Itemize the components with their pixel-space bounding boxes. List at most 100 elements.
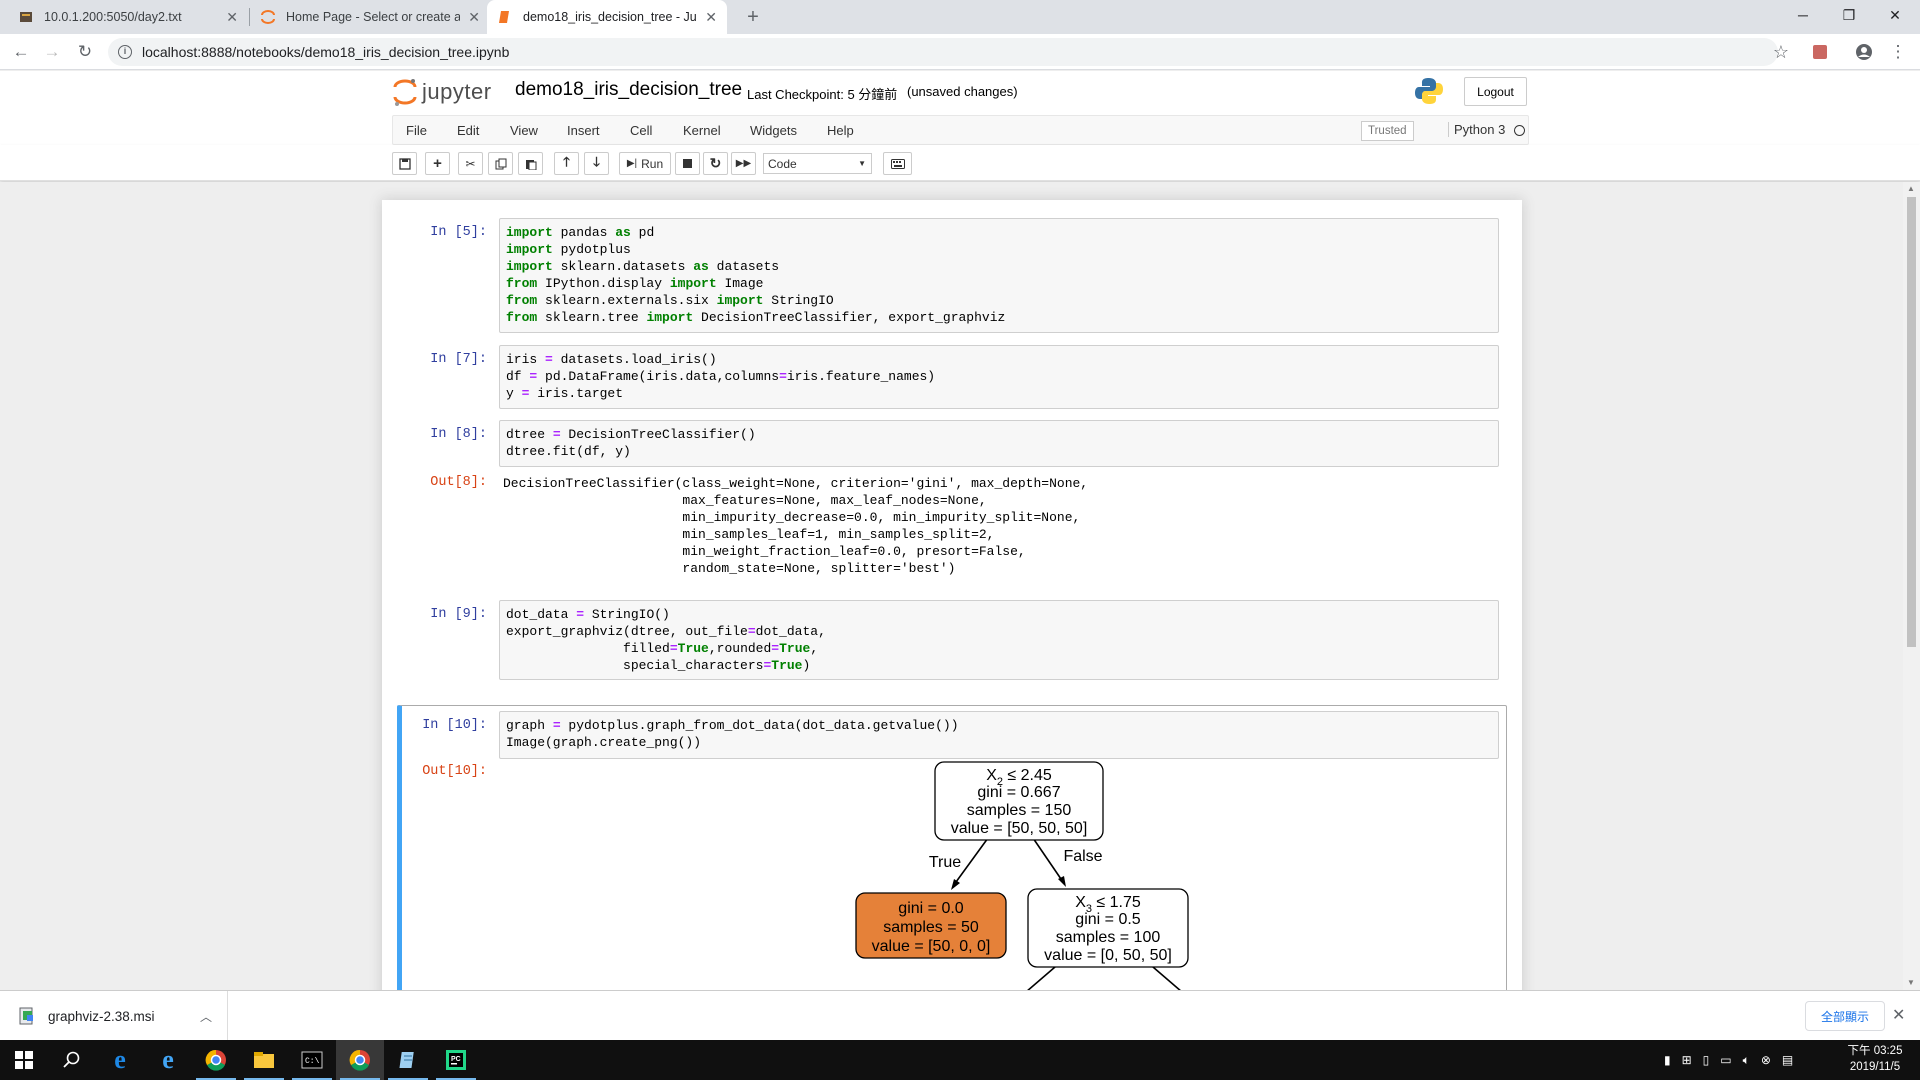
node-samples: samples = 50	[883, 919, 979, 936]
menu-insert[interactable]: Insert	[567, 123, 600, 138]
menu-cell[interactable]: Cell	[630, 123, 652, 138]
download-item[interactable]: graphviz-2.38.msi ︿	[18, 991, 228, 1041]
reload-icon[interactable]: ↻	[73, 40, 97, 64]
notebook-title[interactable]: demo18_iris_decision_tree	[515, 79, 742, 101]
tab-title: demo18_iris_decision_tree - Ju	[523, 10, 697, 24]
close-icon[interactable]: ✕	[1892, 1005, 1905, 1025]
minimize-icon[interactable]: ─	[1780, 0, 1826, 30]
run-button[interactable]: ▶| Run	[619, 152, 671, 175]
jupyter-icon	[260, 9, 276, 25]
browser-tab-home[interactable]: Home Page - Select or create a ✕	[250, 0, 490, 34]
profile-icon[interactable]	[1852, 40, 1876, 64]
restart-button[interactable]: ↻	[703, 152, 728, 175]
menu-file[interactable]: File	[406, 123, 427, 138]
svg-text:PC: PC	[451, 1056, 461, 1063]
code-cell[interactable]: In [9]: dot_data = StringIO() export_gra…	[397, 600, 1507, 680]
show-all-downloads-button[interactable]: 全部顯示	[1805, 1001, 1885, 1031]
menu-help[interactable]: Help	[827, 123, 854, 138]
browser-tab-day2[interactable]: 10.0.1.200:5050/day2.txt ✕	[8, 0, 248, 34]
menu-kebab-icon[interactable]: ⋮	[1886, 40, 1910, 64]
back-icon[interactable]: ←	[9, 40, 33, 64]
download-bar: graphviz-2.38.msi ︿ 全部顯示 ✕	[0, 990, 1920, 1041]
page-scrollbar[interactable]: ▲ ▼	[1903, 182, 1920, 990]
kernel-name[interactable]: Python 3	[1448, 122, 1505, 137]
menu-edit[interactable]: Edit	[457, 123, 479, 138]
code-cell[interactable]: In [10]: graph = pydotplus.graph_from_do…	[397, 705, 1507, 990]
chevron-up-icon[interactable]: ︿	[200, 1008, 212, 1025]
menu-view[interactable]: View	[510, 123, 538, 138]
scrollbar-thumb[interactable]	[1907, 197, 1916, 647]
kernel-idle-icon	[1514, 125, 1525, 136]
new-tab-button[interactable]: +	[738, 0, 768, 34]
logout-button[interactable]: Logout	[1464, 77, 1527, 106]
code-cell[interactable]: In [5]: import pandas as pd import pydot…	[397, 218, 1507, 333]
move-up-button[interactable]: 🡑	[554, 152, 579, 175]
paste-icon	[525, 159, 536, 170]
extension-icon[interactable]	[1808, 40, 1832, 64]
input-method-icon[interactable]: ▤	[1782, 1053, 1793, 1067]
cell-type-select[interactable]: Code ▼	[763, 153, 872, 174]
menu-kernel[interactable]: Kernel	[683, 123, 721, 138]
file-explorer-icon[interactable]	[240, 1040, 288, 1080]
info-icon[interactable]: i	[118, 45, 132, 59]
forward-icon[interactable]: →	[40, 40, 64, 64]
bookmark-star-icon[interactable]: ☆	[1769, 40, 1793, 64]
jupyter-logo[interactable]: jupyter	[392, 77, 492, 107]
insert-cell-button[interactable]: +	[425, 152, 450, 175]
save-button[interactable]	[392, 152, 417, 175]
menu-widgets[interactable]: Widgets	[750, 123, 797, 138]
taskbar-clock[interactable]: 下午 03:25 2019/11/5	[1840, 1043, 1910, 1075]
network-share-icon[interactable]: ⊞	[1682, 1053, 1692, 1067]
code-editor[interactable]: dtree = DecisionTreeClassifier() dtree.f…	[499, 420, 1499, 467]
arrow-down-icon: 🡓	[593, 153, 600, 169]
code-editor[interactable]: import pandas as pd import pydotplus imp…	[499, 218, 1499, 333]
notes-icon[interactable]: ▮	[1664, 1053, 1671, 1067]
cut-button[interactable]: ✂	[458, 152, 483, 175]
windows-taskbar: e e C:\ PC ▮ ⊞ ▯ ▭ 🔈︎ ⊗ ▤ 下午 03:25 2019/…	[0, 1040, 1920, 1080]
scroll-down-icon[interactable]: ▼	[1907, 978, 1915, 987]
input-prompt: In [7]:	[430, 352, 487, 367]
close-icon[interactable]: ✕	[226, 9, 238, 26]
notepad-icon[interactable]	[384, 1040, 432, 1080]
code-editor[interactable]: graph = pydotplus.graph_from_dot_data(do…	[499, 711, 1499, 759]
battery-icon[interactable]: ▯	[1703, 1053, 1710, 1067]
checkpoint-status: Last Checkpoint: 5 分鐘前	[747, 87, 898, 102]
terminal-icon[interactable]: C:\	[288, 1040, 336, 1080]
close-window-icon[interactable]: ✕	[1872, 0, 1918, 30]
address-bar[interactable]: i localhost:8888/notebooks/demo18_iris_d…	[108, 38, 1778, 66]
status-x-icon[interactable]: ⊗	[1761, 1053, 1771, 1067]
trusted-badge[interactable]: Trusted	[1361, 121, 1414, 141]
internet-explorer-icon[interactable]: e	[144, 1040, 192, 1080]
restart-run-all-button[interactable]: ▶▶	[731, 152, 756, 175]
chrome-icon[interactable]	[192, 1040, 240, 1080]
code-editor[interactable]: dot_data = StringIO() export_graphviz(dt…	[499, 600, 1499, 680]
chrome-active-icon[interactable]	[336, 1040, 384, 1080]
code-cell[interactable]: In [7]: iris = datasets.load_iris() df =…	[397, 345, 1507, 409]
search-icon[interactable]	[48, 1040, 96, 1080]
close-icon[interactable]: ✕	[705, 9, 717, 26]
download-filename: graphviz-2.38.msi	[48, 1008, 155, 1024]
paste-button[interactable]	[518, 152, 543, 175]
windows-start-icon[interactable]	[0, 1040, 48, 1080]
network-icon[interactable]: ▭	[1720, 1053, 1731, 1067]
code-editor[interactable]: iris = datasets.load_iris() df = pd.Data…	[499, 345, 1499, 409]
save-icon	[398, 157, 411, 170]
volume-icon[interactable]: 🔈︎	[1743, 1053, 1750, 1068]
fast-forward-icon: ▶▶	[735, 158, 752, 169]
code-cell[interactable]: In [8]: dtree = DecisionTreeClassifier()…	[397, 420, 1507, 576]
copy-button[interactable]	[488, 152, 513, 175]
node-gini: gini = 0.0	[898, 900, 963, 917]
scroll-up-icon[interactable]: ▲	[1907, 184, 1915, 193]
svg-text:C:\: C:\	[305, 1057, 320, 1066]
caret-down-icon: ▼	[858, 159, 866, 168]
pycharm-icon[interactable]: PC	[432, 1040, 480, 1080]
url-text: localhost:8888/notebooks/demo18_iris_dec…	[142, 44, 510, 60]
move-down-button[interactable]: 🡓	[584, 152, 609, 175]
maximize-icon[interactable]: ❐	[1826, 0, 1872, 30]
edge-browser-icon[interactable]: e	[96, 1040, 144, 1080]
interrupt-button[interactable]	[675, 152, 700, 175]
browser-tab-notebook[interactable]: demo18_iris_decision_tree - Ju ✕	[487, 0, 727, 34]
edge-false	[1032, 837, 1062, 880]
command-palette-button[interactable]	[883, 152, 912, 175]
close-icon[interactable]: ✕	[468, 9, 480, 26]
